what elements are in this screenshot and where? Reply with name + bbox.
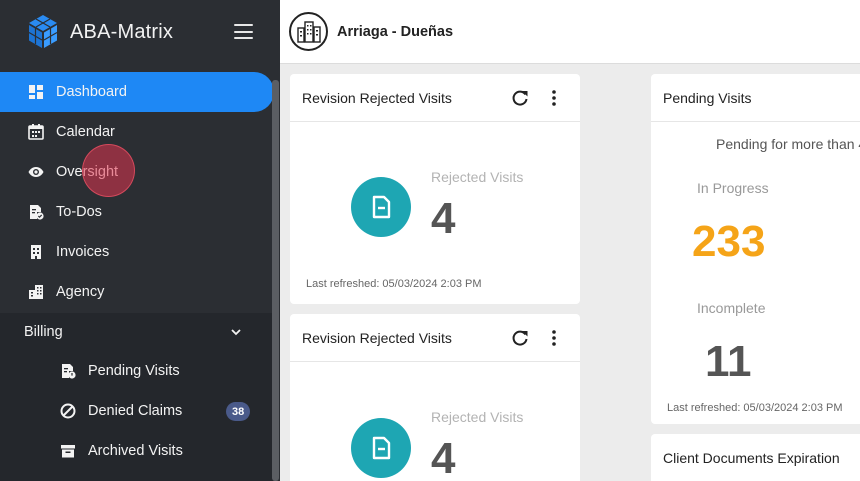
document-icon (351, 177, 411, 237)
billing-label: Billing (24, 324, 63, 340)
sidebar-nav: Dashboard Calendar Oversight To-Dos Invo… (0, 72, 274, 312)
invoice-icon (28, 244, 44, 260)
more-options-icon[interactable] (544, 88, 564, 108)
client-documents-card: Client Documents Expiration (651, 434, 860, 481)
card-title: Revision Rejected Visits (302, 89, 452, 106)
cube-logo-icon (28, 15, 58, 48)
card-header: Pending Visits (651, 74, 860, 122)
denied-icon (60, 403, 76, 419)
calendar-icon (28, 124, 44, 140)
top-bar: Arriaga - Dueñas (280, 0, 860, 64)
sidebar-item-label: Agency (56, 284, 105, 300)
rejected-visits-card-2: Revision Rejected Visits Rejected Visits… (290, 314, 580, 481)
card-title: Revision Rejected Visits (302, 329, 452, 346)
org-logo-icon[interactable] (289, 12, 328, 51)
sidebar-item-pending-visits[interactable]: Pending Visits (0, 351, 274, 391)
incomplete-label: Incomplete (697, 300, 766, 316)
card-header: Revision Rejected Visits (290, 74, 580, 122)
denied-claims-count-badge: 38 (226, 402, 251, 421)
sidebar-item-label: Pending Visits (88, 363, 180, 379)
sidebar-item-label: Calendar (56, 124, 115, 140)
archive-icon (60, 443, 76, 459)
todo-icon (28, 204, 44, 220)
incomplete-value[interactable]: 11 (705, 337, 752, 387)
rejected-visits-card: Revision Rejected Visits Rejected Visits… (290, 74, 580, 304)
agency-icon (28, 284, 44, 300)
last-refreshed: Last refreshed: 05/03/2024 2:03 PM (306, 278, 482, 290)
in-progress-label: In Progress (697, 180, 769, 196)
rejected-visits-label: Rejected Visits (431, 409, 524, 425)
refresh-icon[interactable] (510, 88, 530, 108)
pending-visits-card: Pending Visits Pending for more than 4 I… (651, 74, 860, 424)
sidebar-item-label: Dashboard (56, 84, 127, 100)
billing-section: Billing Pending Visits Denied Claims 38 … (0, 313, 274, 481)
menu-toggle-icon[interactable] (234, 24, 253, 39)
more-options-icon[interactable] (544, 328, 564, 348)
card-header: Revision Rejected Visits (290, 314, 580, 362)
org-name[interactable]: Arriaga - Dueñas (337, 24, 453, 40)
sidebar-item-calendar[interactable]: Calendar (0, 112, 274, 152)
sidebar-item-agency[interactable]: Agency (0, 272, 274, 312)
sidebar-scrollbar[interactable] (272, 80, 279, 481)
pending-subtitle: Pending for more than 4 (716, 136, 860, 152)
card-title: Client Documents Expiration (663, 450, 840, 466)
pending-visits-icon (60, 363, 76, 379)
rejected-visits-value: 4 (431, 194, 456, 243)
eye-icon (28, 164, 44, 180)
card-header: Client Documents Expiration (651, 434, 860, 481)
sidebar-item-label: Denied Claims (88, 403, 183, 419)
sidebar-item-todos[interactable]: To-Dos (0, 192, 274, 232)
sidebar-item-oversight[interactable]: Oversight (0, 152, 274, 192)
sidebar-item-dashboard[interactable]: Dashboard (0, 72, 274, 112)
sidebar-item-label: Invoices (56, 244, 110, 260)
chevron-down-icon (231, 329, 241, 336)
refresh-icon[interactable] (510, 328, 530, 348)
dashboard-icon (28, 84, 44, 100)
in-progress-value[interactable]: 233 (692, 217, 765, 267)
sidebar-item-denied-claims[interactable]: Denied Claims 38 (0, 391, 274, 431)
sidebar-item-label: Oversight (56, 164, 119, 180)
card-title: Pending Visits (663, 89, 752, 106)
sidebar: ABA-Matrix Dashboard Calendar Oversight (0, 0, 280, 481)
rejected-visits-label: Rejected Visits (431, 169, 524, 185)
sidebar-item-archived-visits[interactable]: Archived Visits (0, 431, 274, 471)
sidebar-item-label: Archived Visits (88, 443, 183, 459)
sidebar-item-label: To-Dos (56, 204, 102, 220)
document-icon (351, 418, 411, 478)
sidebar-item-invoices[interactable]: Invoices (0, 232, 274, 272)
rejected-visits-value: 4 (431, 434, 456, 481)
brand-name: ABA-Matrix (70, 20, 174, 43)
last-refreshed: Last refreshed: 05/03/2024 2:03 PM (667, 402, 843, 414)
billing-toggle[interactable]: Billing (0, 313, 274, 351)
